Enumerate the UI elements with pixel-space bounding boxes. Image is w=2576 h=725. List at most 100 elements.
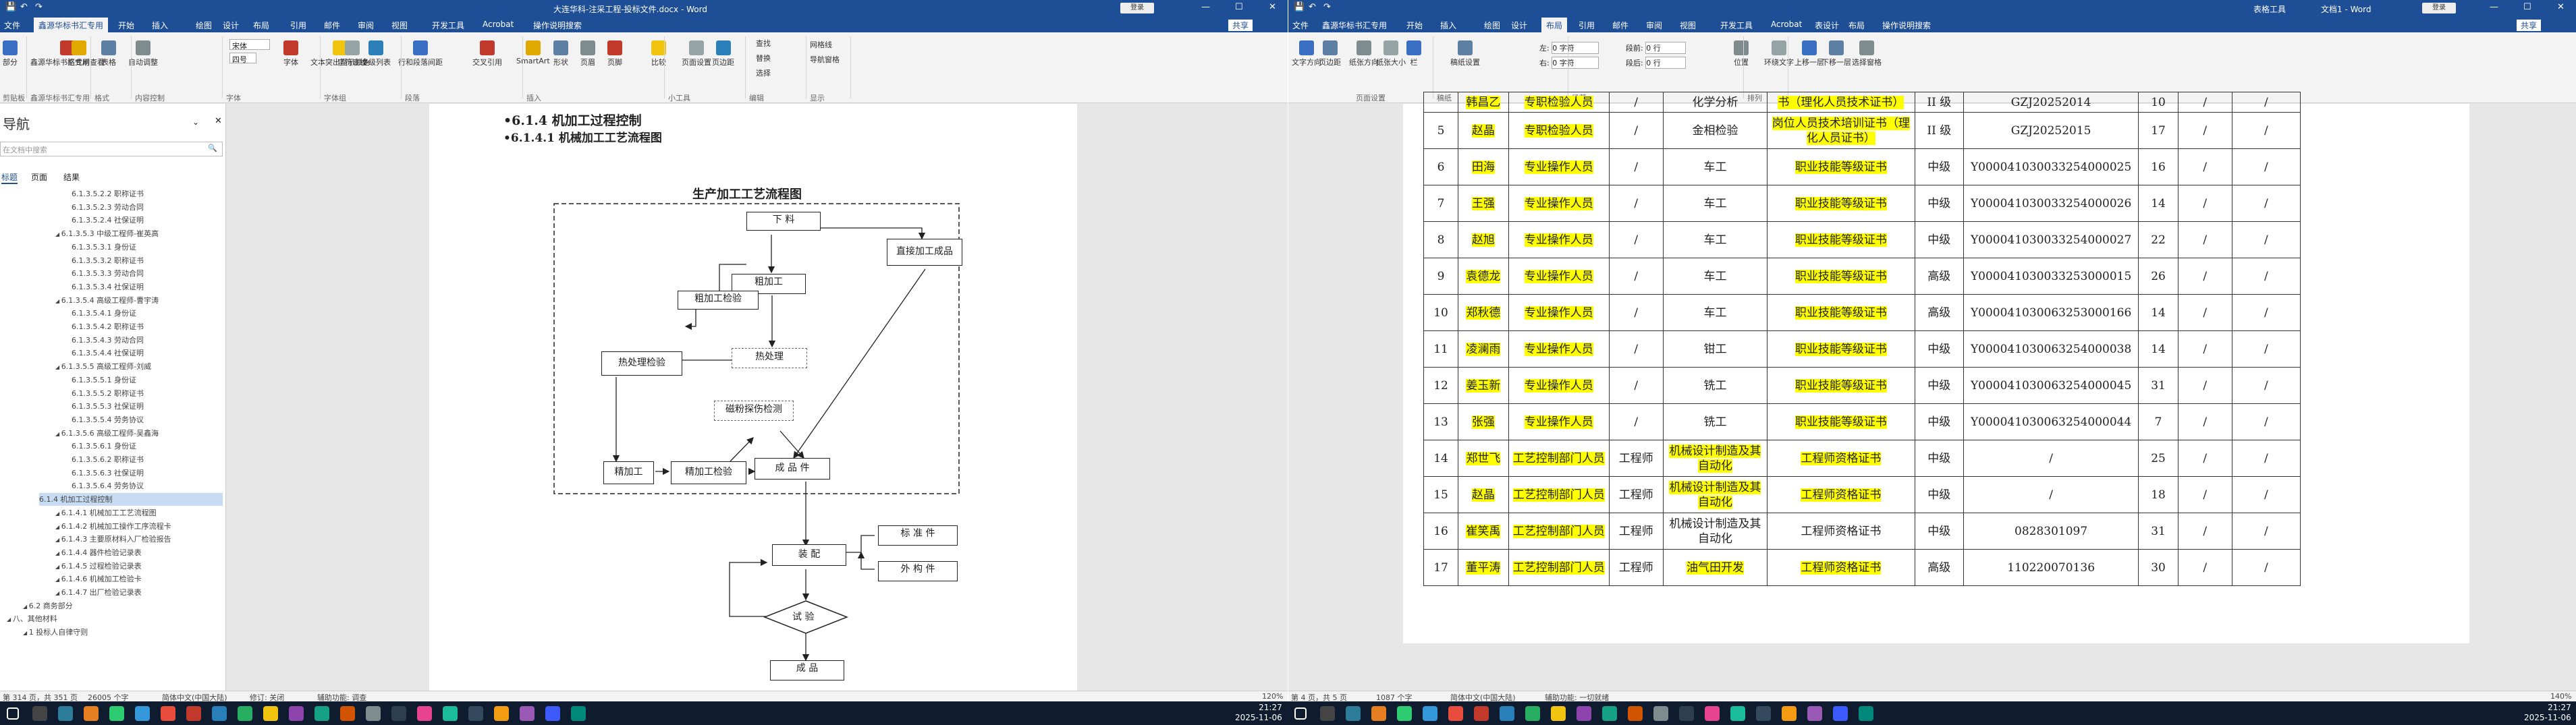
table-cell-x2[interactable]: / xyxy=(2231,549,2301,586)
table-cell-cert[interactable]: 职业技能等级证书 xyxy=(1767,148,1915,185)
table-cell-x1[interactable]: / xyxy=(2177,440,2232,477)
table-cell-title[interactable]: 工程师 xyxy=(1608,549,1664,586)
taskbar-app-icon[interactable] xyxy=(494,706,509,721)
tab-7[interactable]: 引用 xyxy=(1579,20,1595,31)
table-cell-x1[interactable]: / xyxy=(2177,258,2232,295)
chevron-icon[interactable]: ◢ xyxy=(55,550,61,556)
spacing-after-input[interactable]: 0 行 xyxy=(1645,57,1687,69)
tab-12[interactable]: Acrobat xyxy=(483,20,514,29)
taskbar-app-icon[interactable] xyxy=(1679,706,1694,721)
页眉-button[interactable]: 页眉 xyxy=(580,40,595,67)
table-cell-num[interactable]: / xyxy=(1963,440,2139,477)
table-cell-x2[interactable]: / xyxy=(2231,112,2301,149)
tab-10[interactable]: 视图 xyxy=(391,20,408,31)
taskbar-app-icon[interactable] xyxy=(366,706,381,721)
table-cell-x1[interactable]: / xyxy=(2177,513,2232,550)
tab-15[interactable]: 操作说明搜索 xyxy=(1882,20,1931,31)
chevron-icon[interactable]: ◢ xyxy=(55,511,61,517)
share-button[interactable]: 共享 xyxy=(2517,20,2542,31)
tab-2[interactable]: 开始 xyxy=(1406,20,1423,31)
table-cell-num[interactable]: Y000041030033254000027 xyxy=(1963,221,2139,258)
taskbar-app-icon[interactable] xyxy=(1346,706,1361,721)
table-cell-no[interactable]: 13 xyxy=(1423,403,1459,440)
nav-heading-item[interactable]: 6.1.3.5.5.2 职称证书 xyxy=(72,387,223,400)
tab-11[interactable]: 开发工具 xyxy=(432,20,464,31)
table-cell-title[interactable]: / xyxy=(1608,221,1664,258)
table-cell-cert[interactable]: 工程师资格证书 xyxy=(1767,476,1915,513)
search-icon[interactable]: 🔍 xyxy=(208,144,217,152)
table-cell-num[interactable]: 110220070136 xyxy=(1963,549,2139,586)
table-cell-role[interactable]: 工艺控制部门人员 xyxy=(1508,549,1610,586)
选择窗格-button[interactable]: 选择窗格 xyxy=(1852,40,1882,67)
taskbar-app-icon[interactable] xyxy=(391,706,406,721)
table-cell-title[interactable]: 工程师 xyxy=(1608,440,1664,477)
nav-heading-item[interactable]: 6.1.3.5.4.1 身份证 xyxy=(72,307,223,320)
taskbar-app-icon[interactable] xyxy=(468,706,483,721)
table-cell-prof[interactable]: 车工 xyxy=(1662,185,1768,222)
redo-icon[interactable]: ↷ xyxy=(1323,2,1331,12)
table-cell-name[interactable]: 赵晶 xyxy=(1458,476,1509,513)
table-cell-cert[interactable]: 职业技能等级证书 xyxy=(1767,294,1915,331)
table-cell-age[interactable]: 14 xyxy=(2138,185,2178,222)
tab-9[interactable]: 审阅 xyxy=(1646,20,1662,31)
taskbar-app-icon[interactable] xyxy=(1397,706,1412,721)
table-cell-age[interactable]: 7 xyxy=(2138,403,2178,440)
table-cell-cert[interactable]: 职业技能等级证书 xyxy=(1767,258,1915,295)
table-cell-x1[interactable]: / xyxy=(2177,185,2232,222)
纸张大小-button[interactable]: 纸张大小 xyxy=(1376,40,1406,67)
nav-heading-item[interactable]: ◢ 1 投标人自律守则 xyxy=(23,626,223,639)
indent-left-input[interactable]: 0 字符 xyxy=(1552,42,1599,54)
nav-heading-item[interactable]: 6.1.3.5.5.4 劳务协议 xyxy=(72,413,223,426)
table-cell-name[interactable]: 凌澜雨 xyxy=(1458,330,1509,368)
tab-5[interactable]: 设计 xyxy=(1511,20,1527,31)
nav-heading-item[interactable]: 6.1.3.5.6.3 社保证明 xyxy=(72,467,223,480)
交叉引用-button[interactable]: 交叉引用 xyxy=(472,40,502,67)
table-cell-prof[interactable]: 金相检验 xyxy=(1662,112,1768,149)
table-cell-x1[interactable]: / xyxy=(2177,112,2232,149)
nav-heading-item[interactable]: 6.1.3.5.3.3 劳动合同 xyxy=(72,267,223,280)
nav-heading-item[interactable]: ◢ 6.1.4.6 机械加工检验卡 xyxy=(55,573,223,585)
table-cell-name[interactable]: 赵晶 xyxy=(1458,112,1509,149)
taskbar-app-icon[interactable] xyxy=(1423,706,1437,721)
nav-heading-item[interactable]: 6.1.3.5.3.2 职称证书 xyxy=(72,254,223,267)
table-cell-num[interactable]: Y000041030033254000026 xyxy=(1963,185,2139,222)
tab-3[interactable]: 插入 xyxy=(152,20,168,31)
chevron-icon[interactable]: ◢ xyxy=(23,630,29,636)
nav-heading-item[interactable]: ◢ 6.1.3.5.6 高级工程师-吴鑫海 xyxy=(55,427,223,440)
table-cell-num[interactable]: Y000041030063253000166 xyxy=(1963,294,2139,331)
下移一层-button[interactable]: 下移一层 xyxy=(1821,40,1851,67)
taskbar-app-icon[interactable] xyxy=(7,707,19,720)
table-cell-cert[interactable]: 工程师资格证书 xyxy=(1767,513,1915,550)
nav-heading-item[interactable]: 6.1.3.5.3.1 身份证 xyxy=(72,241,223,254)
nav-heading-item[interactable]: 6.1.4 机加工过程控制 xyxy=(39,493,223,506)
table-cell-level[interactable]: 中级 xyxy=(1914,185,1965,222)
table-cell-age[interactable]: 31 xyxy=(2138,513,2178,550)
taskbar-app-icon[interactable] xyxy=(1653,706,1668,721)
taskbar-app-icon[interactable] xyxy=(1474,706,1489,721)
taskbar-app-icon[interactable] xyxy=(1859,706,1873,721)
table-cell-x2[interactable]: / xyxy=(2231,92,2301,113)
spacing-before-input[interactable]: 0 行 xyxy=(1645,42,1687,54)
taskbar-app-icon[interactable] xyxy=(443,706,458,721)
table-cell-level[interactable]: 中级 xyxy=(1914,330,1965,368)
table-cell-x1[interactable]: / xyxy=(2177,476,2232,513)
table-cell-level[interactable]: 中级 xyxy=(1914,221,1965,258)
table-cell-no[interactable]: 11 xyxy=(1423,330,1459,368)
tab-10[interactable]: 视图 xyxy=(1680,20,1696,31)
taskbar-app-icon[interactable] xyxy=(545,706,560,721)
table-cell-age[interactable]: 18 xyxy=(2138,476,2178,513)
table-cell-cert[interactable]: 职业技能等级证书 xyxy=(1767,330,1915,368)
table-cell-age[interactable]: 25 xyxy=(2138,440,2178,477)
table-cell-title[interactable]: 工程师 xyxy=(1608,513,1664,550)
taskbar-app-icon[interactable] xyxy=(161,706,175,721)
tab-8[interactable]: 邮件 xyxy=(1612,20,1628,31)
table-cell-x1[interactable]: / xyxy=(2177,367,2232,404)
table-cell-x2[interactable]: / xyxy=(2231,258,2301,295)
table-cell-no[interactable]: 8 xyxy=(1423,221,1459,258)
table-cell-no[interactable]: 15 xyxy=(1423,476,1459,513)
nav-heading-item[interactable]: ◢ 6.1.4.1 机械加工工艺流程图 xyxy=(55,506,223,519)
形状-button[interactable]: 形状 xyxy=(553,40,568,67)
table-cell-title[interactable]: / xyxy=(1608,367,1664,404)
table-cell-no[interactable]: 12 xyxy=(1423,367,1459,404)
文字方向-button[interactable]: 文字方向 xyxy=(1292,40,1321,67)
